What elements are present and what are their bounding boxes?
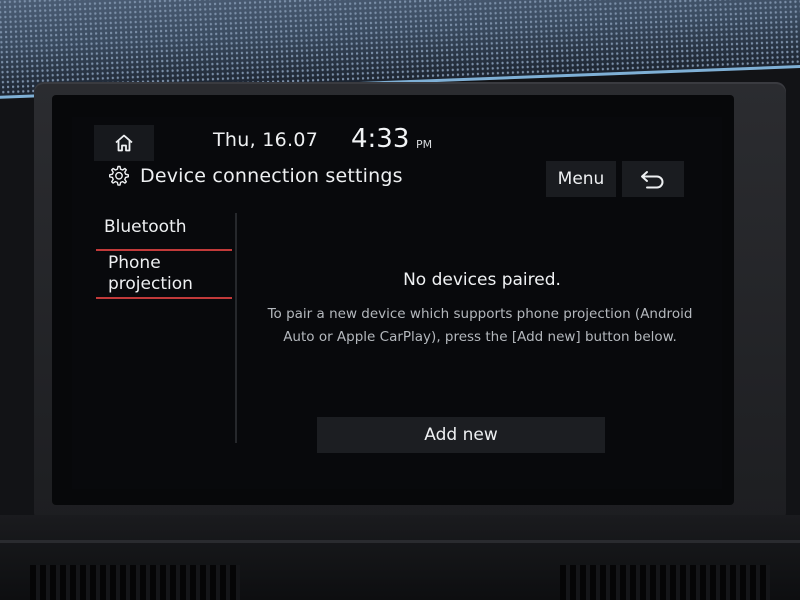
add-new-button-label: Add new	[424, 425, 498, 445]
gear-icon	[108, 165, 130, 187]
status-date: Thu, 16.07	[213, 129, 319, 151]
infotainment-screen: Thu, 16.07 4:33 PM Device connection set…	[52, 95, 734, 505]
panel-groove	[0, 540, 800, 543]
sidebar-nav: Bluetooth Phone projection	[94, 209, 234, 447]
menu-button[interactable]: Menu	[546, 161, 616, 197]
home-icon	[113, 133, 135, 153]
sidebar-item-phone-projection[interactable]: Phone projection	[96, 249, 232, 299]
status-time: 4:33	[351, 124, 410, 154]
sidebar-item-label: Phone projection	[108, 253, 193, 294]
empty-state-description: To pair a new device which supports phon…	[267, 306, 693, 345]
empty-state-title: No devices paired.	[403, 270, 561, 290]
sidebar-item-bluetooth[interactable]: Bluetooth	[104, 217, 232, 238]
air-vent-left	[30, 565, 240, 600]
page-title: Device connection settings	[140, 165, 403, 187]
air-vent-right	[560, 565, 770, 600]
back-arrow-icon	[639, 169, 667, 189]
menu-button-label: Menu	[557, 169, 605, 189]
add-new-button[interactable]: Add new	[317, 417, 605, 453]
sidebar-item-label: Bluetooth	[104, 217, 187, 237]
settings-display: Thu, 16.07 4:33 PM Device connection set…	[72, 117, 722, 489]
status-ampm: PM	[416, 138, 433, 151]
photo-frame: Thu, 16.07 4:33 PM Device connection set…	[0, 0, 800, 600]
home-button[interactable]	[94, 125, 154, 161]
sidebar-divider	[235, 213, 237, 443]
back-button[interactable]	[622, 161, 684, 197]
